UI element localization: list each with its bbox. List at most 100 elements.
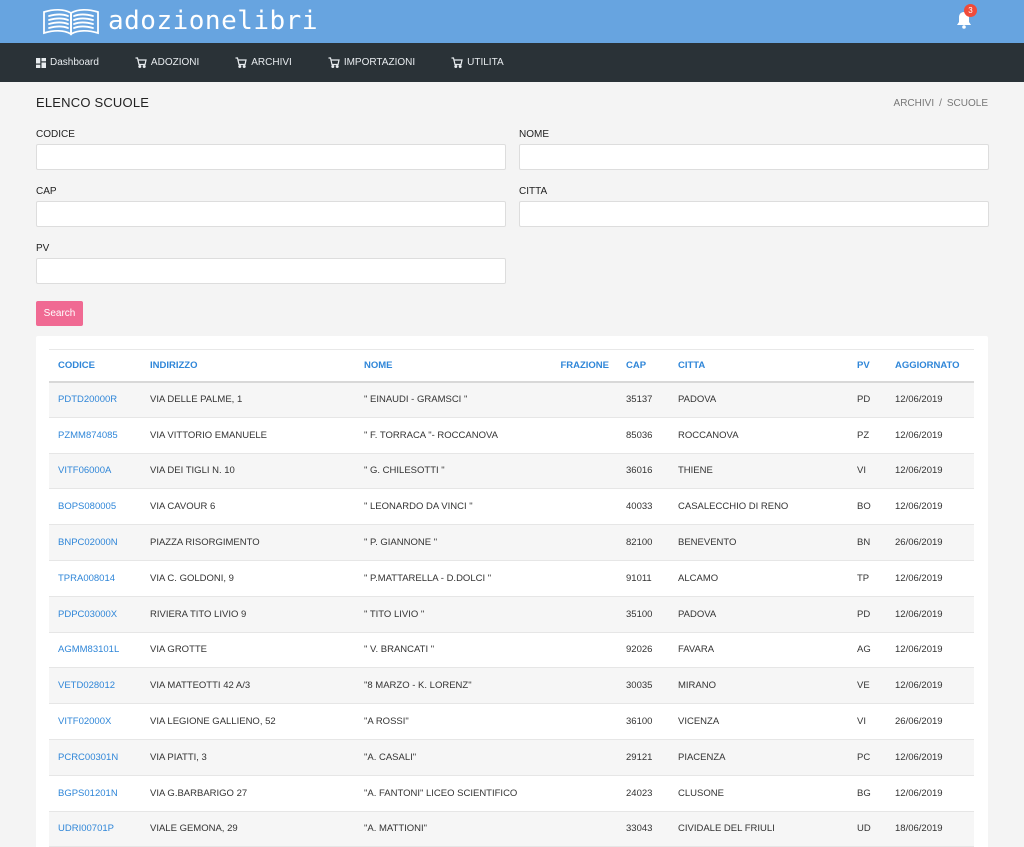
- cell-pv: UD: [848, 810, 886, 847]
- cell-citta: CIVIDALE DEL FRIULI: [669, 810, 848, 847]
- cell-frazione: [547, 667, 617, 704]
- nav-archivi[interactable]: ARCHIVI: [235, 57, 292, 68]
- column-header-pv[interactable]: PV: [848, 349, 886, 383]
- cell-nome: "8 MARZO - K. LORENZ": [355, 667, 547, 704]
- cell-codice[interactable]: PDTD20000R: [49, 381, 141, 418]
- cell-nome: " P.MATTARELLA - D.DOLCI ": [355, 559, 547, 597]
- cell-codice[interactable]: PDPC03000X: [49, 595, 141, 633]
- cell-codice[interactable]: BOPS080005: [49, 488, 141, 525]
- table-row[interactable]: PDPC03000X RIVIERA TITO LIVIO 9 " TITO LIV…: [49, 595, 974, 633]
- cell-indirizzo: VIA LEGIONE GALLIENO, 52: [141, 703, 355, 740]
- cell-codice[interactable]: PCRC00301N: [49, 738, 141, 776]
- cell-codice[interactable]: PZMM874085: [49, 416, 141, 454]
- cell-pv: PD: [848, 595, 886, 633]
- cell-nome: "A ROSSI": [355, 703, 547, 740]
- cell-frazione: [547, 452, 617, 489]
- cell-frazione: [547, 774, 617, 812]
- cart-icon: [235, 57, 251, 68]
- cell-frazione: [547, 559, 617, 597]
- logo[interactable]: adozionelibri: [40, 3, 318, 39]
- cell-indirizzo: VIALE GEMONA, 29: [141, 810, 355, 847]
- cell-nome: "A. MATTIONI": [355, 810, 547, 847]
- table-row[interactable]: VITF06000A VIA DEI TIGLI N. 10 " G. CHILES…: [49, 452, 974, 489]
- cell-frazione: [547, 416, 617, 454]
- pv-label: PV: [36, 243, 50, 254]
- breadcrumb-item-archivi[interactable]: ARCHIVI: [894, 98, 935, 109]
- pv-group: PV: [36, 236, 506, 293]
- notification-count-badge: 3: [964, 4, 977, 17]
- table-row[interactable]: BOPS080005 VIA CAVOUR 6 " LEONARDO DA VINC…: [49, 488, 974, 525]
- column-header-cap[interactable]: CAP: [617, 349, 669, 383]
- column-header-citta[interactable]: CITTA: [669, 349, 848, 383]
- cap-input[interactable]: [36, 201, 506, 227]
- cell-cap: 36100: [617, 703, 669, 740]
- nav-label: ADOZIONI: [150, 57, 200, 68]
- notifications-button[interactable]: 3: [956, 4, 977, 31]
- codice-label: CODICE: [36, 129, 75, 140]
- cell-citta: PADOVA: [669, 381, 848, 418]
- cell-frazione: [547, 595, 617, 633]
- table-row[interactable]: BNPC02000N PIAZZA RISORGIMENTO " P. GIANNO…: [49, 524, 974, 561]
- table-row[interactable]: BGPS01201N VIA G.BARBARIGO 27 "A. FANTONI"…: [49, 774, 974, 812]
- table-row[interactable]: UDRI00701P VIALE GEMONA, 29 "A. MATTIONI" 3…: [49, 810, 974, 847]
- cell-nome: " F. TORRACA "- ROCCANOVA: [355, 416, 547, 454]
- cell-nome: "A. CASALI": [355, 738, 547, 776]
- nome-input[interactable]: [519, 144, 989, 170]
- cell-pv: VI: [848, 703, 886, 740]
- nav-importazioni[interactable]: IMPORTAZIONI: [328, 57, 415, 68]
- table-row[interactable]: VITF02000X VIA LEGIONE GALLIENO, 52 "A ROS…: [49, 703, 974, 740]
- cell-frazione: [547, 810, 617, 847]
- cell-aggiornato: 12/06/2019: [886, 631, 974, 668]
- citta-input[interactable]: [519, 201, 989, 227]
- table-row[interactable]: PCRC00301N VIA PIATTI, 3 "A. CASALI" 29121 P…: [49, 738, 974, 776]
- cell-indirizzo: VIA PIATTI, 3: [141, 738, 355, 776]
- cell-aggiornato: 18/06/2019: [886, 810, 974, 847]
- cell-pv: PD: [848, 381, 886, 418]
- cell-cap: 40033: [617, 488, 669, 525]
- top-header: adozionelibri 3: [0, 0, 1024, 43]
- cell-citta: ROCCANOVA: [669, 416, 848, 454]
- cell-codice[interactable]: UDRI00701P: [49, 810, 141, 847]
- cell-codice[interactable]: TPRA008014: [49, 559, 141, 597]
- cell-nome: "A. FANTONI" LICEO SCIENTIFICO: [355, 774, 547, 812]
- cell-codice[interactable]: VITF06000A: [49, 452, 141, 489]
- table-row[interactable]: PZMM874085 VIA VITTORIO EMANUELE " F. TORR…: [49, 416, 974, 454]
- nav-utilita[interactable]: UTILITA: [451, 57, 504, 68]
- cell-cap: 82100: [617, 524, 669, 561]
- cell-cap: 92026: [617, 631, 669, 668]
- cell-codice[interactable]: VITF02000X: [49, 703, 141, 740]
- search-button[interactable]: Search: [36, 301, 83, 326]
- cell-citta: MIRANO: [669, 667, 848, 704]
- cell-cap: 35137: [617, 381, 669, 418]
- main-content: ELENCO SCUOLE ARCHIVI / SCUOLE CODICE NOME…: [0, 82, 1024, 847]
- table-row[interactable]: VETD028012 VIA MATTEOTTI 42 A/3 "8 MARZO -…: [49, 667, 974, 704]
- cell-cap: 35100: [617, 595, 669, 633]
- table-row[interactable]: PDTD20000R VIA DELLE PALME, 1 " EINAUDI - …: [49, 381, 974, 418]
- cap-label: CAP: [36, 186, 57, 197]
- cell-codice[interactable]: VETD028012: [49, 667, 141, 704]
- nav-label: UTILITA: [467, 57, 504, 68]
- cell-aggiornato: 12/06/2019: [886, 667, 974, 704]
- column-header-nome[interactable]: NOME: [355, 349, 547, 383]
- codice-input[interactable]: [36, 144, 506, 170]
- column-header-indirizzo[interactable]: INDIRIZZO: [141, 349, 355, 383]
- pv-input[interactable]: [36, 258, 506, 284]
- cap-group: CAP: [36, 179, 506, 236]
- cell-codice[interactable]: AGMM83101L: [49, 631, 141, 668]
- nav-dashboard[interactable]: Dashboard: [36, 57, 99, 68]
- schools-table: CODICE INDIRIZZO NOME FRAZIONE CAP CITTA…: [49, 349, 974, 847]
- results-card: CODICE INDIRIZZO NOME FRAZIONE CAP CITTA…: [36, 336, 988, 847]
- column-header-aggiornato[interactable]: AGGIORNATO: [886, 349, 974, 383]
- table-row[interactable]: AGMM83101L VIA GROTTE " V. BRANCATI " 92026…: [49, 631, 974, 668]
- table-row[interactable]: TPRA008014 VIA C. GOLDONI, 9 " P.MATTARELL…: [49, 559, 974, 597]
- column-header-codice[interactable]: CODICE: [49, 349, 141, 383]
- cell-indirizzo: VIA C. GOLDONI, 9: [141, 559, 355, 597]
- cell-codice[interactable]: BNPC02000N: [49, 524, 141, 561]
- cell-nome: " LEONARDO DA VINCI ": [355, 488, 547, 525]
- cell-frazione: [547, 488, 617, 525]
- nav-adozioni[interactable]: ADOZIONI: [135, 57, 199, 68]
- cell-codice[interactable]: BGPS01201N: [49, 774, 141, 812]
- cell-pv: AG: [848, 631, 886, 668]
- cell-citta: THIENE: [669, 452, 848, 489]
- column-header-frazione[interactable]: FRAZIONE: [547, 349, 617, 383]
